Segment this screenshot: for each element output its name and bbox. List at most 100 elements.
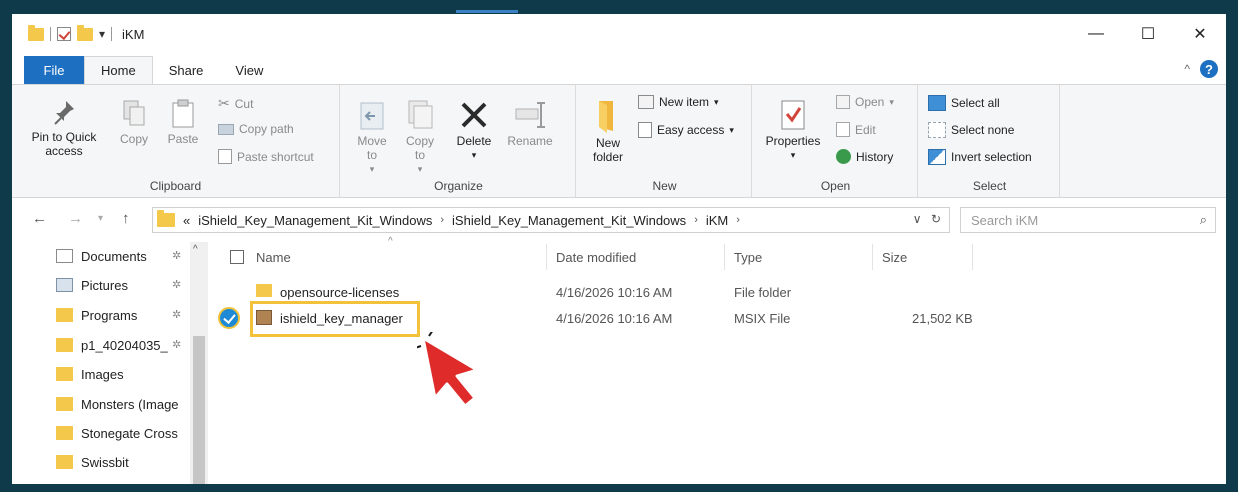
breadcrumb-item[interactable]: iShield_Key_Management_Kit_Windows [452,213,686,228]
nav-item-images[interactable]: Images [56,362,124,386]
new-folder-button[interactable]: New folder [586,99,630,164]
breadcrumb-item[interactable]: iShield_Key_Management_Kit_Windows [198,213,432,228]
paste-shortcut-icon [218,149,232,164]
help-icon[interactable]: ? [1200,60,1218,78]
dropdown-chevron-icon: ▾ [729,124,734,135]
nav-item-p1[interactable]: p1_40204035_ [56,333,186,357]
clipboard-icon [172,99,194,128]
nav-item-monsters[interactable]: Monsters (Image [56,392,190,416]
close-button[interactable]: ✕ [1174,14,1226,54]
breadcrumb-chevron-icon[interactable]: › [440,214,444,226]
cut-button[interactable]: ✂ Cut [218,95,253,112]
history-button[interactable]: History [836,149,893,164]
copy-icon [123,100,145,126]
window-controls: — ☐ ✕ [1070,14,1226,54]
column-divider[interactable] [546,244,547,270]
divider [111,27,113,41]
nav-item-swissbit[interactable]: Swissbit [56,450,129,474]
invert-selection-button[interactable]: Invert selection [928,149,1032,165]
nav-item-programs[interactable]: Programs [56,303,137,327]
column-header-date[interactable]: Date modified [556,242,636,272]
tab-view[interactable]: View [219,56,279,84]
refresh-icon[interactable]: ↻ [931,212,941,226]
recent-locations-icon[interactable]: ▾ [98,213,103,224]
nav-item-documents[interactable]: Documents [56,244,147,268]
column-divider[interactable] [872,244,873,270]
folder-icon [56,308,73,322]
new-item-button[interactable]: New item ▾ [638,95,719,109]
properties-check-icon[interactable] [57,27,71,41]
collapse-ribbon-icon[interactable]: ^ [1184,62,1190,76]
breadcrumb-chevron-icon[interactable]: › [736,214,740,226]
breadcrumb-chevron-icon[interactable]: › [694,214,698,226]
search-icon[interactable]: ⌕ [1200,212,1207,228]
pictures-icon [56,278,73,292]
copy-path-icon [218,123,234,135]
document-icon [56,249,73,263]
maximize-button[interactable]: ☐ [1122,14,1174,54]
group-organize: Move to ▾ Copy to ▾ Delete ▾ Rename Orga… [342,85,576,197]
edit-button[interactable]: Edit [836,122,876,137]
paste-shortcut-button[interactable]: Paste shortcut [218,149,314,164]
breadcrumb-overflow[interactable]: « [183,213,190,228]
folder-icon [56,455,73,469]
invert-selection-icon [928,149,946,165]
dropdown-chevron-icon: ▾ [471,150,477,160]
customize-toolbar-icon[interactable]: ▾ [99,27,105,41]
pin-icon[interactable]: ✲ [172,278,181,291]
select-none-button[interactable]: Select none [928,122,1014,138]
window-title: iKM [122,26,145,42]
pin-to-quick-access-button[interactable]: Pin to Quick access [22,99,106,158]
search-input[interactable]: Search iKM ⌕ [960,207,1216,233]
nav-item-pictures[interactable]: Pictures [56,273,128,297]
pin-icon[interactable]: ✲ [172,308,181,321]
up-arrow-icon[interactable]: ↑ [122,210,130,227]
ribbon: Pin to Quick access Copy Paste ✂ Cut Cop… [12,84,1226,198]
select-none-icon [928,122,946,138]
select-all-button[interactable]: Select all [928,95,1000,111]
easy-access-icon [638,122,652,138]
pin-icon[interactable]: ✲ [172,338,181,351]
rename-button[interactable]: Rename [502,99,558,148]
nav-item-stonegate[interactable]: Stonegate Cross [56,421,190,445]
minimize-button[interactable]: — [1070,14,1122,54]
paste-button[interactable]: Paste [162,99,204,146]
column-header-type[interactable]: Type [734,242,762,272]
column-divider[interactable] [724,244,725,270]
quick-access-toolbar: ▾ iKM [28,24,145,42]
scroll-up-icon[interactable]: ^ [193,244,198,255]
easy-access-button[interactable]: Easy access ▾ [638,122,734,138]
nav-scroll-thumb[interactable] [193,336,205,484]
select-all-checkbox[interactable] [230,250,244,264]
lightbulb-icon [218,307,240,329]
copy-path-button[interactable]: Copy path [218,122,294,136]
ribbon-tabs: File Home Share View ^ ? [12,56,1226,84]
back-arrow-icon[interactable]: ← [32,210,47,227]
new-item-icon [638,95,654,109]
open-button[interactable]: Open ▾ [836,95,894,109]
column-header-size[interactable]: Size [882,242,907,272]
top-accent-line [456,10,518,13]
move-to-button[interactable]: Move to ▾ [352,99,392,176]
cursor-arrow-icon [417,332,479,408]
properties-button[interactable]: Properties ▾ [760,99,826,162]
tab-home[interactable]: Home [84,56,153,84]
copy-button[interactable]: Copy [114,99,154,146]
address-dropdown-icon[interactable]: ∨ [913,212,922,226]
history-icon [836,149,851,164]
column-divider[interactable] [972,244,973,270]
copy-to-button[interactable]: Copy to ▾ [400,99,440,176]
column-header-name[interactable]: Name [256,242,291,272]
folder-icon [56,426,73,440]
new-folder-icon[interactable] [77,24,93,41]
rename-icon [515,102,545,128]
tab-file[interactable]: File [24,56,84,84]
dropdown-chevron-icon: ▾ [790,150,796,160]
address-bar[interactable]: « iShield_Key_Management_Kit_Windows › i… [152,207,950,233]
breadcrumb-item[interactable]: iKM [706,213,728,228]
tab-share[interactable]: Share [153,56,220,84]
explorer-window: ▾ iKM — ☐ ✕ File Home Share View ^ ? Pin… [12,14,1226,484]
forward-arrow-icon[interactable]: → [68,210,83,227]
delete-button[interactable]: Delete ▾ [452,99,496,162]
pin-icon[interactable]: ✲ [172,249,181,262]
